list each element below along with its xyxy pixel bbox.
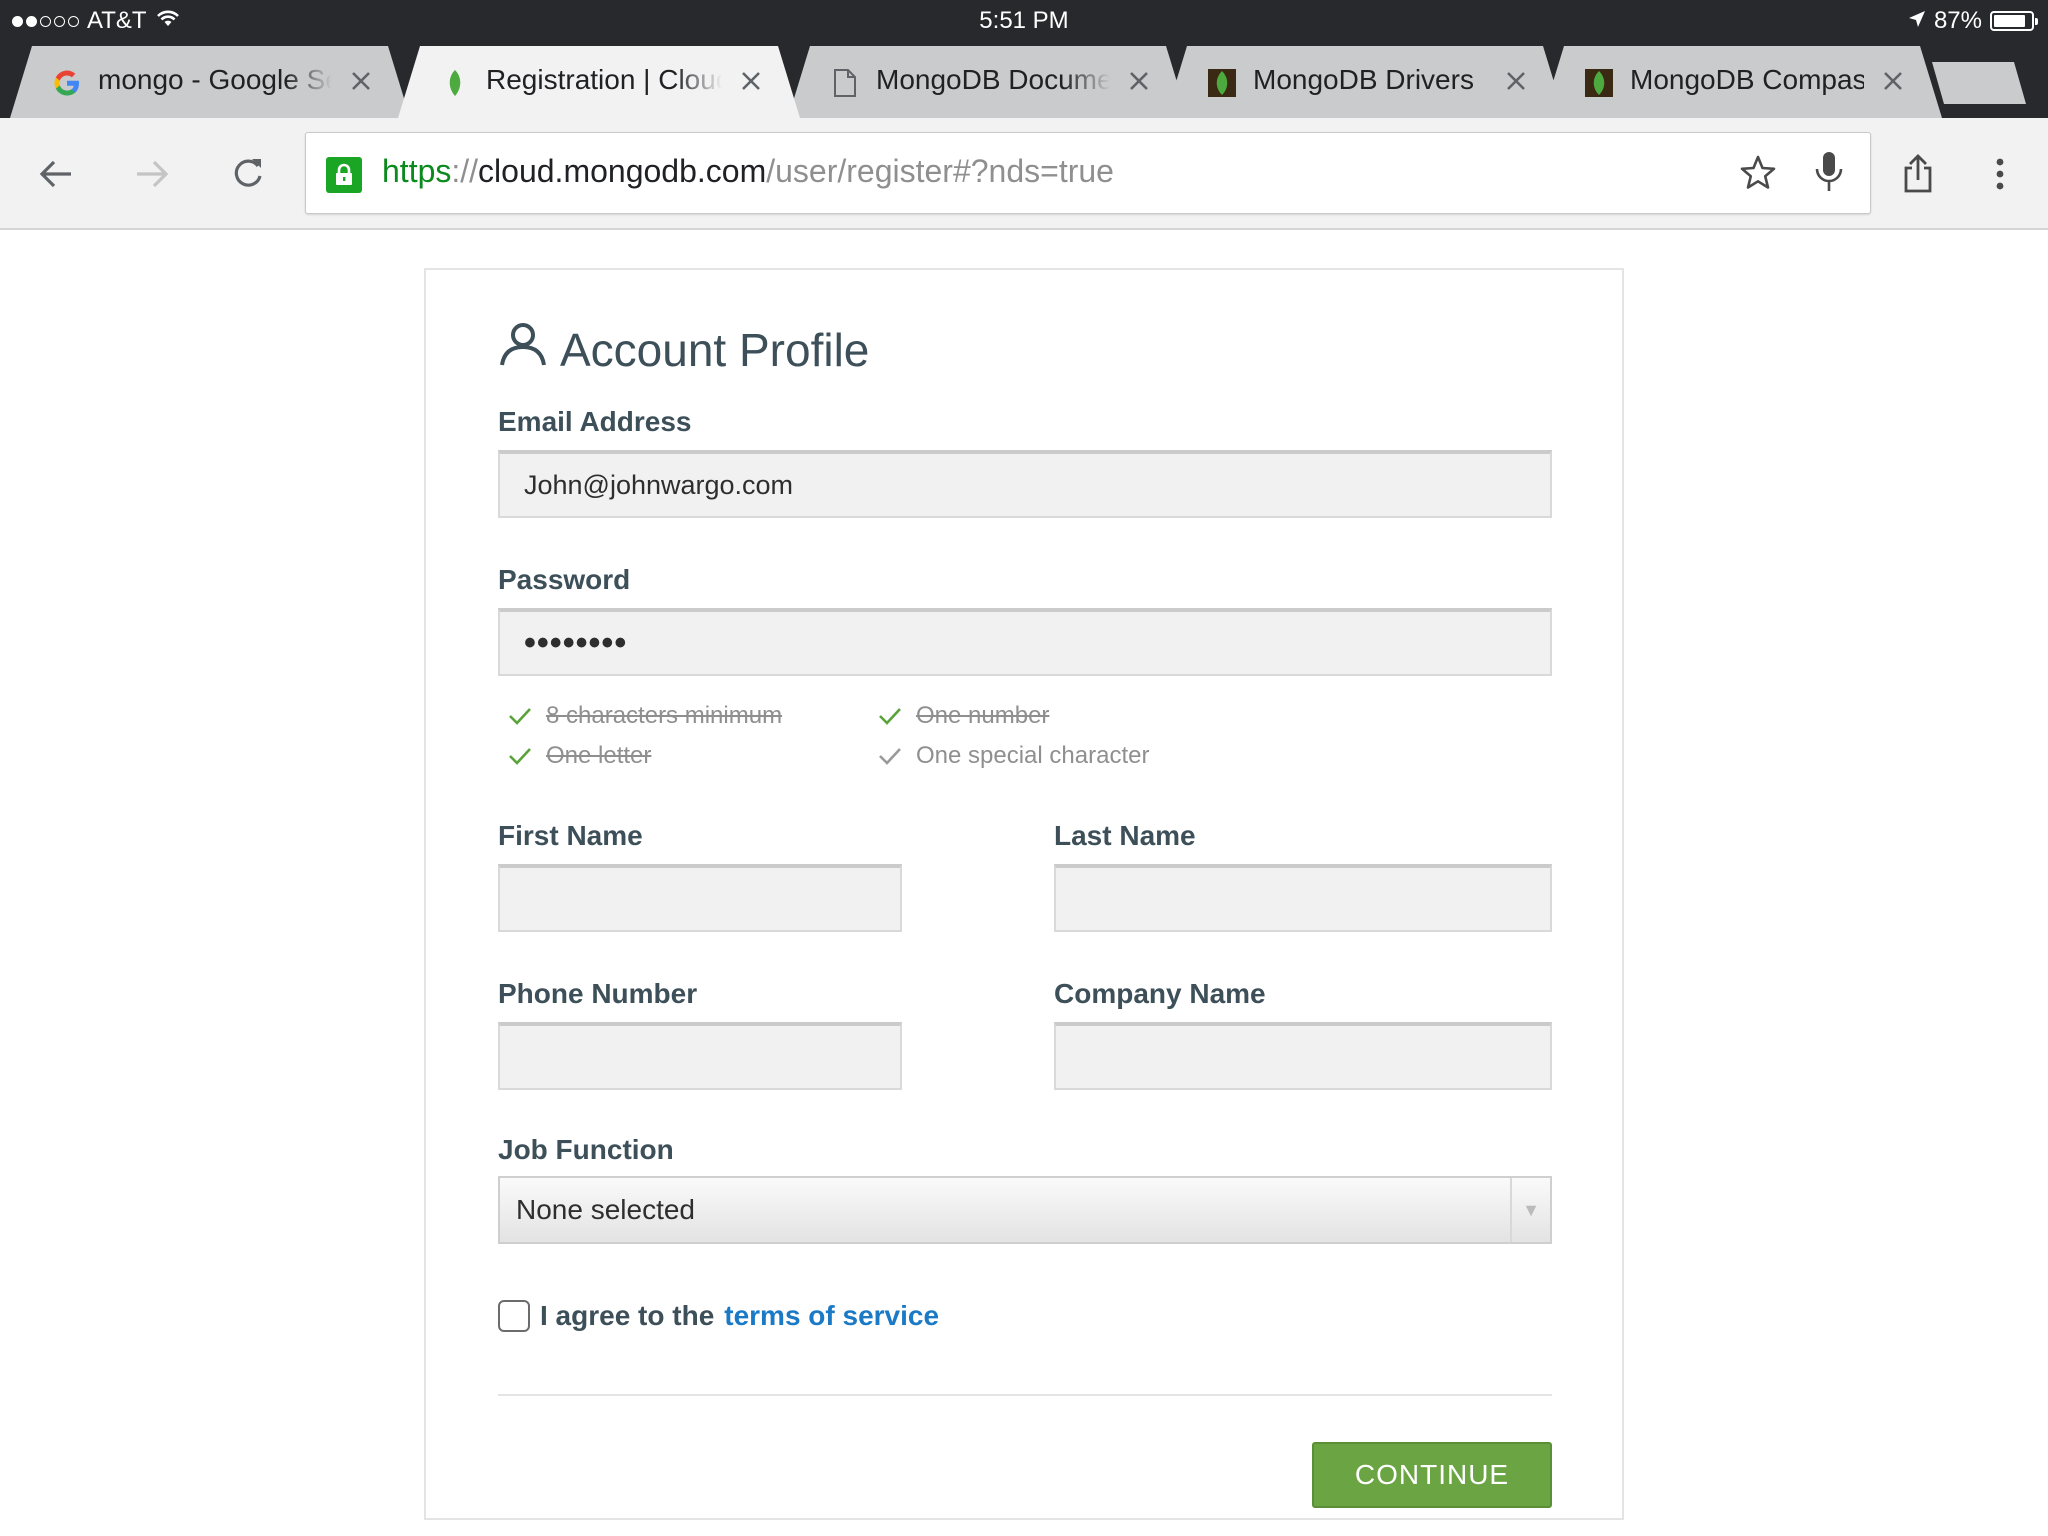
phone-label: Phone Number xyxy=(498,978,698,1009)
password-field[interactable]: •••••••• xyxy=(498,608,1552,676)
job-function-label: Job Function xyxy=(498,1134,674,1165)
location-icon xyxy=(1908,7,1926,35)
continue-button[interactable]: CONTINUE xyxy=(1312,1442,1552,1508)
divider xyxy=(498,1394,1552,1396)
job-function-value: None selected xyxy=(516,1194,696,1225)
tab-google-search[interactable]: mongo - Google Sea xyxy=(10,46,410,118)
company-label: Company Name xyxy=(1054,978,1266,1009)
mongodb-leaf-icon xyxy=(1207,68,1237,98)
check-icon xyxy=(509,708,531,725)
tab-title: Registration | Cloud: xyxy=(486,64,722,95)
last-name-field[interactable] xyxy=(1054,864,1552,932)
status-right: 87% xyxy=(1908,7,2038,35)
requirement-item: 8 characters minimum xyxy=(508,702,782,730)
tab-mongodb-drivers[interactable]: MongoDB Drivers xyxy=(1165,46,1565,118)
account-profile-form: Account Profile Email Address John@johnw… xyxy=(424,268,1624,1520)
page-title: Account Profile xyxy=(560,323,870,376)
mongodb-leaf-icon xyxy=(1584,68,1614,98)
terms-checkbox[interactable] xyxy=(498,1300,530,1332)
microphone-icon[interactable] xyxy=(1812,149,1846,200)
clock: 5:51 PM xyxy=(979,7,1069,34)
check-icon xyxy=(879,748,901,765)
chevron-down-icon: ▼ xyxy=(1510,1178,1550,1242)
agree-text: I agree to the xyxy=(540,1300,715,1331)
tab-strip: mongo - Google Sea MongoDB Documen Mongo… xyxy=(0,42,2048,118)
close-icon[interactable] xyxy=(1878,66,1908,96)
url-text: https://cloud.mongodb.com/user/register#… xyxy=(382,153,1114,190)
requirement-text: One special character xyxy=(916,742,1150,769)
forward-button[interactable] xyxy=(126,148,178,200)
job-function-select[interactable]: None selected ▼ xyxy=(498,1176,1552,1244)
requirement-text: 8 characters minimum xyxy=(546,702,783,729)
lock-icon xyxy=(326,157,362,193)
document-icon xyxy=(830,68,860,98)
terms-of-service-link[interactable]: terms of service xyxy=(724,1300,939,1332)
mongodb-leaf-icon xyxy=(440,68,470,98)
company-field[interactable] xyxy=(1054,1022,1552,1090)
tab-registration[interactable]: Registration | Cloud: xyxy=(398,46,800,118)
url-path: /user/register#?nds=true xyxy=(766,153,1114,189)
last-name-label: Last Name xyxy=(1054,820,1196,851)
first-name-field[interactable] xyxy=(498,864,902,932)
google-icon xyxy=(52,68,82,98)
tab-mongodb-docs[interactable]: MongoDB Documen xyxy=(788,46,1188,118)
address-bar[interactable]: https://cloud.mongodb.com/user/register#… xyxy=(305,132,1871,214)
back-button[interactable] xyxy=(30,148,82,200)
close-icon[interactable] xyxy=(1501,66,1531,96)
new-tab-button[interactable] xyxy=(1930,60,2028,106)
share-button[interactable] xyxy=(1892,148,1944,200)
reload-icon xyxy=(234,159,262,187)
phone-field[interactable] xyxy=(498,1022,902,1090)
check-icon xyxy=(509,748,531,765)
battery-percent: 87% xyxy=(1933,7,1982,34)
requirement-item: One number xyxy=(878,702,1049,730)
reload-button[interactable] xyxy=(222,148,274,200)
tab-title: MongoDB Compass xyxy=(1630,64,1864,95)
back-arrow-icon xyxy=(39,160,71,188)
close-icon[interactable] xyxy=(346,66,376,96)
check-icon xyxy=(879,708,901,725)
tab-title: MongoDB Drivers xyxy=(1253,64,1474,95)
requirement-item: One letter xyxy=(508,742,651,770)
user-icon xyxy=(498,320,548,379)
url-host: cloud.mongodb.com xyxy=(478,153,767,189)
status-bar: AT&T 5:51 PM 87% xyxy=(0,0,2048,42)
first-name-label: First Name xyxy=(498,820,643,851)
requirement-text: One letter xyxy=(546,742,652,769)
close-icon[interactable] xyxy=(736,66,766,96)
url-scheme: https xyxy=(382,153,452,189)
more-vert-icon xyxy=(1996,158,2004,190)
requirement-item: One special character xyxy=(878,742,1149,770)
menu-button[interactable] xyxy=(1974,148,2026,200)
bookmark-star-icon[interactable] xyxy=(1738,153,1778,198)
tab-title: MongoDB Documen xyxy=(876,64,1110,95)
terms-agreement: I agree to the terms of service xyxy=(498,1300,939,1332)
share-icon xyxy=(1904,154,1932,193)
browser-toolbar: https://cloud.mongodb.com/user/register#… xyxy=(0,118,2048,230)
forward-arrow-icon xyxy=(137,160,169,188)
email-label: Email Address xyxy=(498,406,692,437)
close-icon[interactable] xyxy=(1124,66,1154,96)
requirement-text: One number xyxy=(916,702,1050,729)
email-field[interactable]: John@johnwargo.com xyxy=(498,450,1552,518)
battery-icon xyxy=(1990,11,2038,31)
form-heading: Account Profile xyxy=(498,320,869,379)
password-label: Password xyxy=(498,564,631,595)
tab-mongodb-compass[interactable]: MongoDB Compass xyxy=(1542,46,1942,118)
tab-title: mongo - Google Sea xyxy=(98,64,332,95)
url-separator: :// xyxy=(451,153,479,189)
